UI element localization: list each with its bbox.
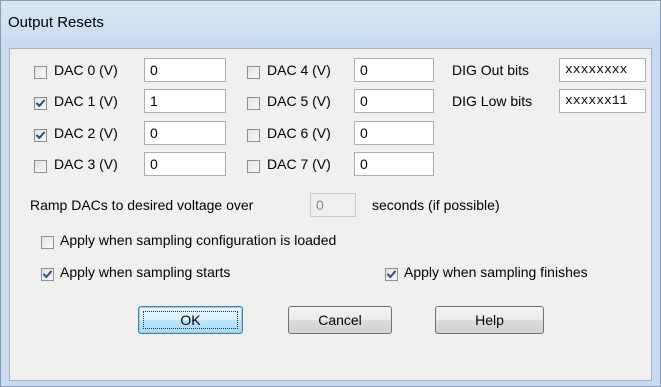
check-mark-icon [387, 270, 396, 278]
dig-low-label: DIG Low bits [452, 93, 533, 109]
dac3-checkbox[interactable] [34, 160, 47, 173]
dac6-checkbox[interactable] [247, 129, 260, 142]
dac3-label: DAC 3 (V) [54, 156, 118, 172]
dac0-input[interactable]: 0 [144, 58, 226, 82]
title-bar[interactable]: Output Resets [1, 1, 660, 47]
apply-finishes-checkbox[interactable] [385, 268, 398, 281]
dac1-checkbox[interactable] [34, 97, 47, 110]
dac1-label: DAC 1 (V) [54, 93, 118, 109]
dac7-label: DAC 7 (V) [267, 156, 331, 172]
dac2-input[interactable]: 0 [144, 121, 226, 145]
dac0-label: DAC 0 (V) [54, 62, 118, 78]
ramp-seconds-input[interactable]: 0 [310, 193, 356, 217]
apply-loaded-label: Apply when sampling configuration is loa… [60, 232, 337, 248]
dac4-input[interactable]: 0 [354, 58, 434, 82]
check-mark-icon [36, 99, 45, 107]
dac7-input[interactable]: 0 [354, 152, 434, 176]
dig-out-label: DIG Out bits [452, 62, 530, 78]
ok-button[interactable]: OK [138, 306, 243, 334]
dac5-checkbox[interactable] [247, 97, 260, 110]
dac5-input[interactable]: 0 [354, 89, 434, 113]
dig-low-input[interactable]: xxxxxx11 [559, 89, 646, 113]
dialog-body: DAC 0 (V) 0 DAC 1 (V) 1 DAC 2 (V) 0 DAC … [9, 48, 652, 381]
help-button-label: Help [475, 312, 504, 328]
check-mark-icon [43, 270, 52, 278]
dac2-checkbox[interactable] [34, 129, 47, 142]
help-button[interactable]: Help [435, 306, 544, 334]
dac0-checkbox[interactable] [34, 66, 47, 79]
dac2-label: DAC 2 (V) [54, 125, 118, 141]
dac3-input[interactable]: 0 [144, 152, 226, 176]
dac4-label: DAC 4 (V) [267, 62, 331, 78]
dac1-input[interactable]: 1 [144, 89, 226, 113]
cancel-button[interactable]: Cancel [288, 306, 392, 334]
ramp-suffix-label: seconds (if possible) [372, 197, 500, 213]
apply-starts-checkbox[interactable] [41, 268, 54, 281]
dac4-checkbox[interactable] [247, 66, 260, 79]
apply-loaded-checkbox[interactable] [41, 236, 54, 249]
dac6-label: DAC 6 (V) [267, 125, 331, 141]
dac5-label: DAC 5 (V) [267, 93, 331, 109]
dialog-window: Output Resets DAC 0 (V) 0 DAC 1 (V) 1 DA… [0, 0, 661, 387]
dac6-input[interactable]: 0 [354, 121, 434, 145]
apply-finishes-label: Apply when sampling finishes [404, 264, 588, 280]
check-mark-icon [36, 131, 45, 139]
dig-out-input[interactable]: xxxxxxxx [559, 58, 646, 82]
window-title: Output Resets [8, 14, 104, 31]
cancel-button-label: Cancel [318, 312, 362, 328]
ramp-prefix-label: Ramp DACs to desired voltage over [30, 197, 254, 213]
apply-starts-label: Apply when sampling starts [60, 264, 231, 280]
focus-ring [143, 311, 238, 329]
dac7-checkbox[interactable] [247, 160, 260, 173]
